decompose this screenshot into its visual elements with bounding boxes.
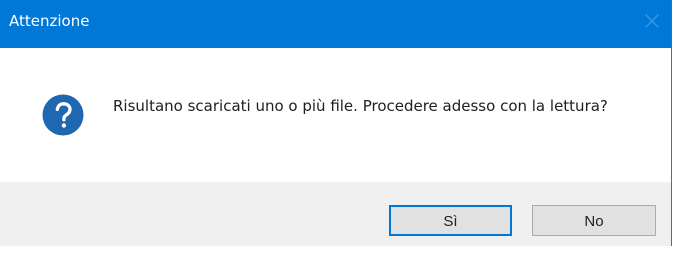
question-icon (42, 94, 84, 136)
message-dialog: Attenzione Risultano scaricati uno o più… (0, 0, 672, 246)
title-bar: Attenzione (0, 0, 671, 48)
dialog-footer: Sì No (0, 182, 671, 246)
no-button[interactable]: No (532, 205, 656, 236)
dialog-title: Attenzione (9, 12, 90, 30)
dialog-message: Risultano scaricati uno o più file. Proc… (113, 97, 608, 115)
screen: Attenzione Risultano scaricati uno o più… (0, 0, 673, 257)
yes-button[interactable]: Sì (389, 205, 512, 236)
dialog-content: Risultano scaricati uno o più file. Proc… (0, 48, 671, 182)
close-icon[interactable] (637, 6, 667, 36)
